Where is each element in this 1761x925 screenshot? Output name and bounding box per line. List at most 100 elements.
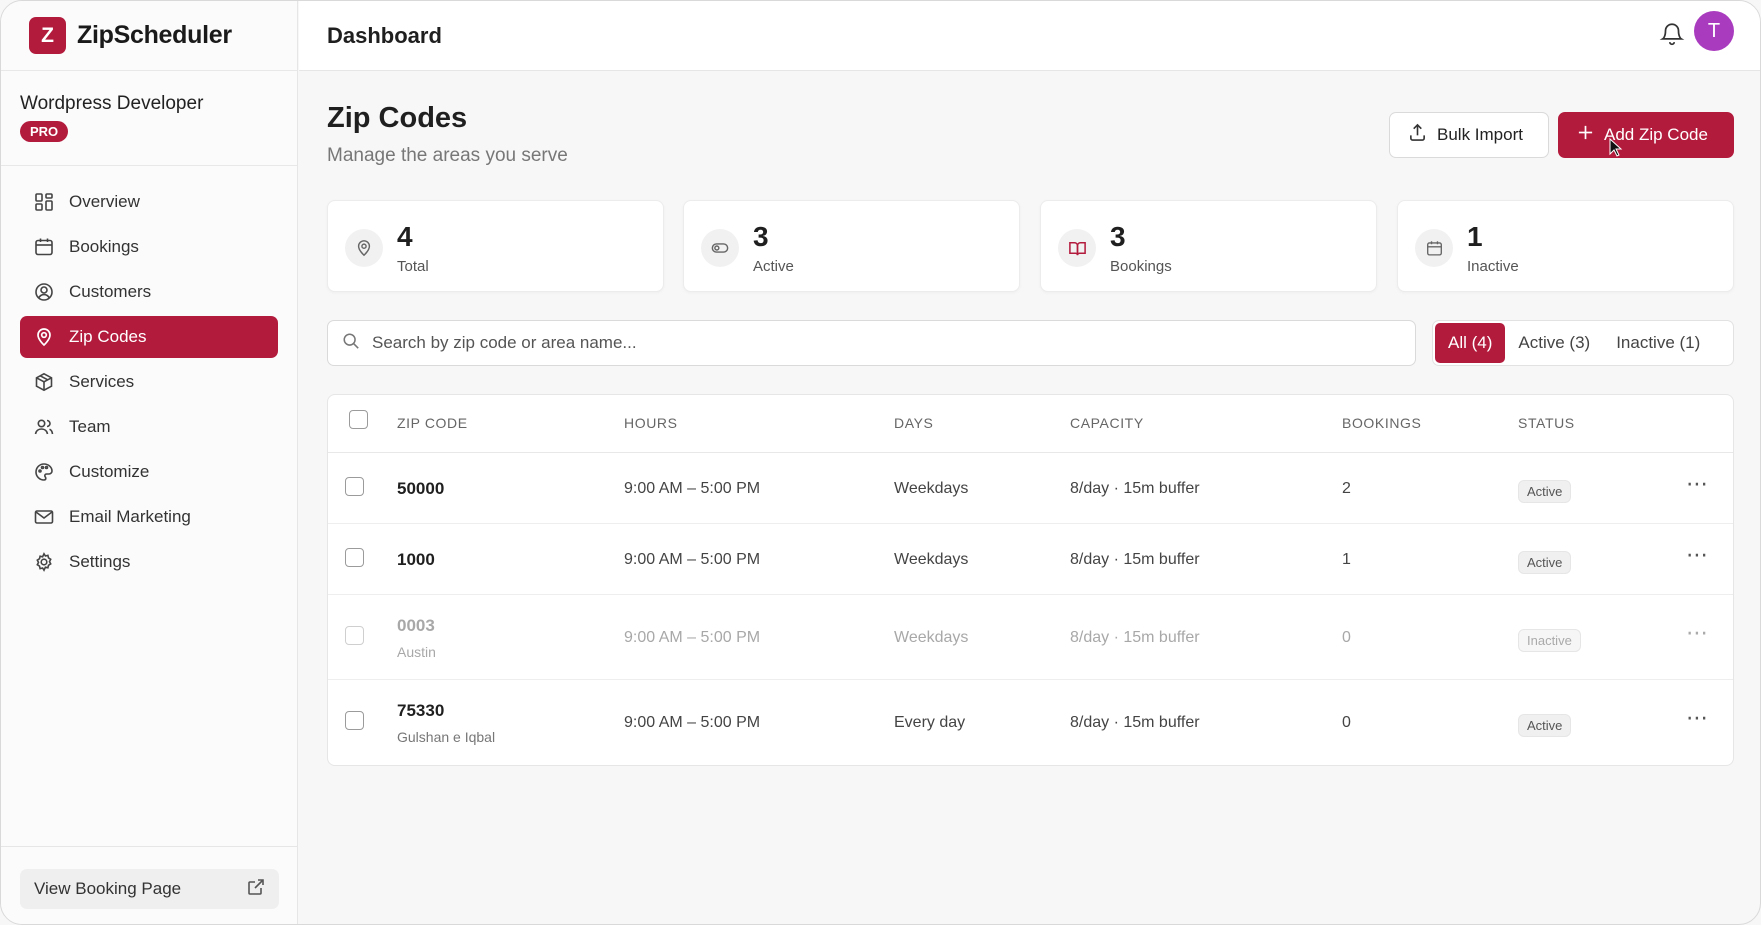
sidebar-item-label: Overview	[69, 192, 140, 211]
sidebar-item-services[interactable]: Services	[20, 361, 278, 403]
hours: 9:00 AM – 5:00 PM	[624, 480, 761, 497]
stat-value: 4	[397, 221, 413, 252]
app-window: Z ZipScheduler Wordpress Developer PRO O…	[0, 0, 1761, 925]
table-row[interactable]: 1000 9:00 AM – 5:00 PM Weekdays 8/day · …	[328, 524, 1733, 595]
stat-card-active: 3 Active	[683, 200, 1020, 292]
table-row[interactable]: 75330 Gulshan e Iqbal 9:00 AM – 5:00 PM …	[328, 680, 1733, 765]
search-icon	[342, 332, 360, 355]
mail-icon	[33, 506, 55, 528]
sidebar-item-customers[interactable]: Customers	[20, 271, 278, 313]
zip-codes-table: ZIP CODE HOURS DAYS CAPACITY BOOKINGS ST…	[327, 394, 1734, 766]
grid-icon	[33, 191, 55, 213]
plus-icon	[1577, 124, 1594, 146]
row-checkbox[interactable]	[345, 548, 364, 567]
column-header-status[interactable]: STATUS	[1518, 415, 1575, 431]
row-checkbox[interactable]	[345, 477, 364, 496]
status-badge: Inactive	[1518, 629, 1581, 652]
sidebar: Z ZipScheduler Wordpress Developer PRO O…	[1, 1, 298, 924]
workspace: Wordpress Developer PRO	[1, 71, 297, 166]
area-name: Austin	[397, 644, 436, 660]
sidebar-nav: Overview Bookings Customers Zip Codes Se…	[1, 166, 297, 583]
view-booking-label: View Booking Page	[34, 879, 182, 898]
zip-code: 1000	[397, 550, 435, 569]
column-header-zip-code[interactable]: ZIP CODE	[397, 415, 468, 431]
table-header: ZIP CODE HOURS DAYS CAPACITY BOOKINGS ST…	[328, 395, 1733, 453]
filter-inactive[interactable]: Inactive (1)	[1603, 323, 1713, 363]
stat-value: 3	[1110, 221, 1126, 252]
sidebar-item-customize[interactable]: Customize	[20, 451, 278, 493]
column-header-hours[interactable]: HOURS	[624, 415, 678, 431]
sidebar-item-zip-codes[interactable]: Zip Codes	[20, 316, 278, 358]
filter-active[interactable]: Active (3)	[1505, 323, 1603, 363]
calendar-icon	[1415, 229, 1453, 267]
bulk-import-label: Bulk Import	[1437, 125, 1523, 144]
filter-all[interactable]: All (4)	[1435, 323, 1506, 363]
upload-icon	[1408, 123, 1427, 147]
plan-badge: PRO	[20, 121, 69, 142]
capacity: 8/day · 15m buffer	[1070, 629, 1200, 646]
capacity: 8/day · 15m buffer	[1070, 714, 1200, 731]
status-badge: Active	[1518, 714, 1572, 737]
sidebar-item-label: Zip Codes	[69, 327, 147, 346]
row-checkbox[interactable]	[345, 711, 364, 730]
brand-name: ZipScheduler	[77, 21, 232, 49]
more-actions-icon[interactable]: ⋯	[1686, 471, 1709, 497]
view-booking-page-button[interactable]: View Booking Page	[20, 869, 279, 909]
avatar[interactable]: T	[1694, 11, 1734, 51]
sidebar-item-team[interactable]: Team	[20, 406, 278, 448]
sidebar-item-label: Team	[69, 417, 111, 436]
table-row[interactable]: 50000 9:00 AM – 5:00 PM Weekdays 8/day ·…	[328, 453, 1733, 524]
sidebar-item-bookings[interactable]: Bookings	[20, 226, 278, 268]
row-checkbox[interactable]	[345, 626, 364, 645]
days: Weekdays	[894, 551, 969, 568]
sidebar-item-label: Services	[69, 372, 135, 391]
stat-value: 3	[753, 221, 769, 252]
column-header-days[interactable]: DAYS	[894, 415, 934, 431]
bookings-count: 2	[1342, 480, 1351, 497]
search-input[interactable]	[372, 333, 1372, 353]
sidebar-item-settings[interactable]: Settings	[20, 541, 278, 583]
main-content: Zip Codes Manage the areas you serve Bul…	[299, 72, 1760, 924]
users-icon	[33, 416, 55, 438]
external-link-icon	[247, 878, 265, 901]
bookings-count: 0	[1342, 714, 1351, 731]
select-all-checkbox[interactable]	[349, 410, 368, 429]
sidebar-item-overview[interactable]: Overview	[20, 181, 278, 223]
stats-row: 4 Total 3 Active 3 Bookings 1 Inactive	[327, 200, 1734, 292]
table-row[interactable]: 0003 Austin 9:00 AM – 5:00 PM Weekdays 8…	[328, 595, 1733, 680]
topbar-title: Dashboard	[327, 22, 442, 48]
more-actions-icon[interactable]: ⋯	[1686, 542, 1709, 568]
bulk-import-button[interactable]: Bulk Import	[1389, 112, 1549, 158]
book-open-icon	[1058, 229, 1096, 267]
add-zip-code-button[interactable]: Add Zip Code	[1558, 112, 1734, 158]
search-bar	[327, 320, 1416, 366]
days: Weekdays	[894, 480, 969, 497]
sidebar-item-email-marketing[interactable]: Email Marketing	[20, 496, 278, 538]
stat-label: Total	[397, 258, 429, 275]
hours: 9:00 AM – 5:00 PM	[624, 551, 761, 568]
page-subtitle: Manage the areas you serve	[327, 145, 568, 166]
brand[interactable]: Z ZipScheduler	[1, 1, 297, 71]
hours: 9:00 AM – 5:00 PM	[624, 629, 761, 646]
stat-card-inactive: 1 Inactive	[1397, 200, 1734, 292]
hours: 9:00 AM – 5:00 PM	[624, 714, 761, 731]
capacity: 8/day · 15m buffer	[1070, 480, 1200, 497]
sidebar-item-label: Email Marketing	[69, 507, 191, 526]
zip-code: 75330	[397, 701, 445, 720]
bookings-count: 0	[1342, 629, 1351, 646]
status-filter-tabs: All (4) Active (3) Inactive (1)	[1432, 320, 1734, 366]
bell-icon[interactable]	[1659, 21, 1685, 47]
sidebar-item-label: Customers	[69, 282, 152, 301]
package-icon	[33, 371, 55, 393]
map-pin-icon	[345, 229, 383, 267]
toggle-icon	[701, 229, 739, 267]
more-actions-icon[interactable]: ⋯	[1686, 620, 1709, 646]
zip-code: 0003	[397, 616, 435, 635]
more-actions-icon[interactable]: ⋯	[1686, 705, 1709, 731]
column-header-bookings[interactable]: BOOKINGS	[1342, 415, 1421, 431]
status-badge: Active	[1518, 551, 1572, 574]
palette-icon	[33, 461, 55, 483]
column-header-capacity[interactable]: CAPACITY	[1070, 415, 1144, 431]
bookings-count: 1	[1342, 551, 1351, 568]
map-pin-icon	[33, 326, 55, 348]
